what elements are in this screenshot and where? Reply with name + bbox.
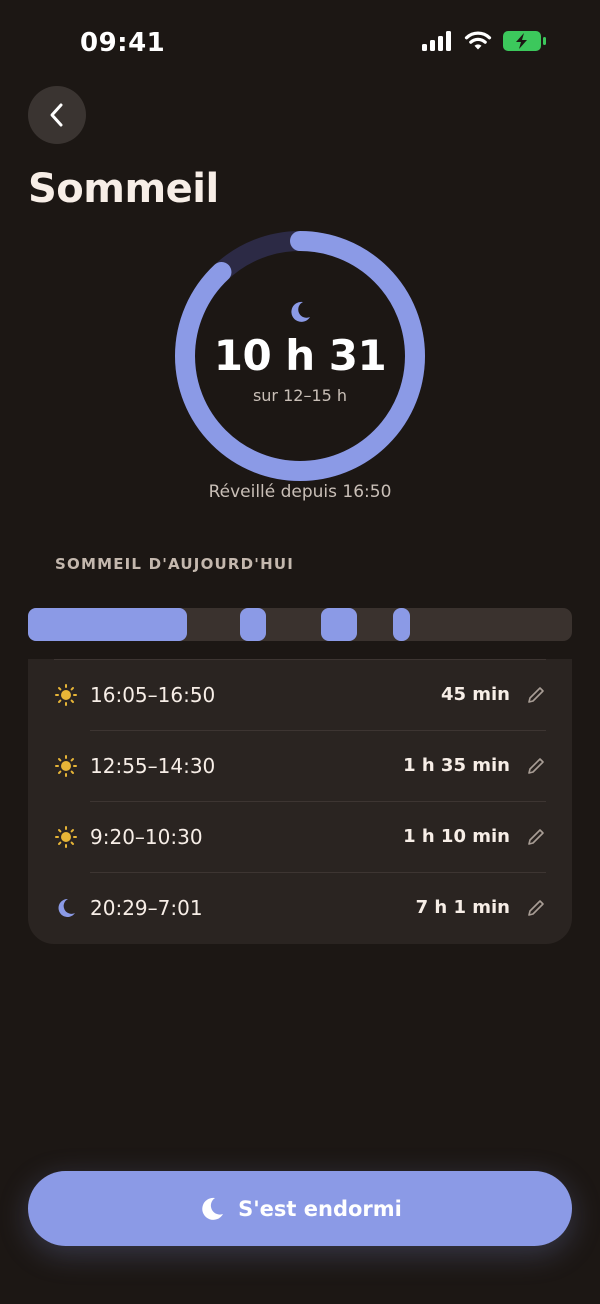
- sleep-sessions-list: 16:05–16:50 45 min 12:55–14:30 1 h 35 mi…: [28, 659, 572, 944]
- status-time: 09:41: [80, 28, 166, 58]
- status-icons: [422, 30, 548, 52]
- sleep-screen: 09:41 Sommeil 10 h 31 sur 12–15 h Réveil…: [0, 0, 600, 1304]
- session-duration: 1 h 10 min: [403, 826, 510, 847]
- sleep-session-row[interactable]: 12:55–14:30 1 h 35 min: [28, 730, 572, 801]
- sleep-progress-ring: 10 h 31 sur 12–15 h: [172, 228, 428, 484]
- moon-icon: [202, 1197, 224, 1220]
- chevron-left-icon: [50, 103, 63, 127]
- fell-asleep-button[interactable]: S'est endormi: [28, 1171, 572, 1246]
- timeline-segment: [321, 608, 357, 641]
- moon-icon: [54, 896, 78, 920]
- section-label-today: SOMMEIL D'AUJOURD'HUI: [55, 555, 295, 573]
- sun-icon: [54, 683, 78, 707]
- sleep-session-row[interactable]: 16:05–16:50 45 min: [28, 659, 572, 730]
- sleep-total-value: 10 h 31: [213, 331, 387, 380]
- timeline-segment: [28, 608, 187, 641]
- back-button[interactable]: [28, 86, 86, 144]
- battery-charging-icon: [503, 31, 546, 51]
- session-time: 9:20–10:30: [90, 824, 203, 849]
- session-time: 16:05–16:50: [90, 682, 216, 707]
- session-time: 20:29–7:01: [90, 895, 203, 920]
- session-time: 12:55–14:30: [90, 753, 216, 778]
- sleep-session-row[interactable]: 9:20–10:30 1 h 10 min: [28, 801, 572, 872]
- wifi-icon: [464, 31, 492, 50]
- sun-icon: [54, 754, 78, 778]
- session-duration: 45 min: [440, 684, 510, 705]
- sun-icon: [54, 825, 78, 849]
- session-duration: 1 h 35 min: [403, 755, 510, 776]
- pencil-icon[interactable]: [526, 827, 546, 847]
- cellular-signal-icon: [422, 31, 451, 51]
- pencil-icon[interactable]: [526, 898, 546, 918]
- moon-icon: [291, 301, 310, 322]
- awake-since-label: Réveillé depuis 16:50: [208, 482, 392, 502]
- pencil-icon[interactable]: [526, 685, 546, 705]
- session-duration: 7 h 1 min: [415, 897, 510, 918]
- page-title: Sommeil: [28, 166, 219, 212]
- sleep-session-row[interactable]: 20:29–7:01 7 h 1 min: [28, 872, 572, 943]
- pencil-icon[interactable]: [526, 756, 546, 776]
- ring-center: 10 h 31 sur 12–15 h: [172, 228, 428, 484]
- sleep-timeline: [28, 608, 572, 641]
- timeline-segment: [240, 608, 266, 641]
- fell-asleep-label: S'est endormi: [238, 1196, 402, 1221]
- sleep-target-range: sur 12–15 h: [252, 386, 348, 405]
- timeline-segment: [393, 608, 410, 641]
